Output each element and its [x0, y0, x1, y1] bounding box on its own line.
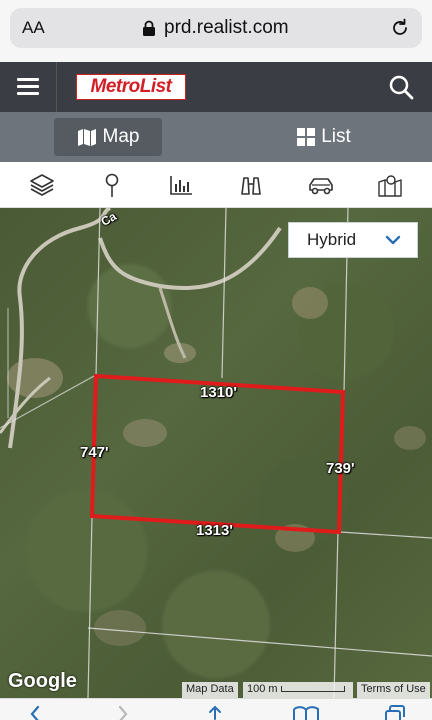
hamburger-icon[interactable] — [17, 78, 39, 96]
url-text: prd.realist.com — [164, 17, 289, 38]
tabs-icon[interactable] — [384, 705, 406, 720]
layers-icon[interactable] — [29, 172, 55, 198]
map-type-select[interactable]: Hybrid — [288, 222, 418, 258]
back-icon[interactable] — [28, 705, 42, 720]
header-divider — [56, 62, 57, 112]
terms-of-use-link[interactable]: Terms of Use — [357, 682, 430, 698]
scale-label: 100 m — [247, 683, 278, 695]
tab-map-label: Map — [102, 126, 140, 147]
reload-icon[interactable] — [390, 18, 410, 38]
google-logo: Google — [8, 670, 77, 692]
car-icon[interactable] — [307, 172, 335, 198]
browser-toolbar: AA prd.realist.com — [0, 0, 432, 62]
map-view[interactable]: Ca Hybrid 1310' 747' 739' 1313' Google M… — [0, 208, 432, 698]
binoculars-icon[interactable] — [238, 172, 264, 198]
address-bar[interactable]: AA prd.realist.com — [10, 8, 422, 48]
map-data-link[interactable]: Map Data — [182, 682, 238, 698]
dimension-left: 747' — [80, 444, 109, 461]
dimension-right: 739' — [326, 460, 355, 477]
logo-text: MetroList — [90, 76, 173, 97]
map-pin-area-icon[interactable] — [377, 172, 403, 198]
chevron-down-icon — [385, 235, 401, 245]
tab-list-label: List — [321, 126, 351, 147]
forward-icon[interactable] — [116, 705, 130, 720]
share-icon[interactable] — [204, 705, 226, 720]
tab-map[interactable]: Map — [54, 118, 162, 156]
bar-chart-icon[interactable] — [168, 172, 194, 198]
scale-indicator: 100 m — [243, 682, 353, 698]
map-toolbar — [0, 162, 432, 208]
map-type-value: Hybrid — [307, 230, 357, 249]
dimension-top: 1310' — [200, 384, 237, 401]
search-icon[interactable] — [388, 74, 414, 100]
bookmarks-icon[interactable] — [292, 705, 320, 720]
app-header: MetroList — [0, 62, 432, 112]
scale-bar — [280, 686, 345, 693]
tab-list[interactable]: List — [270, 118, 378, 156]
satellite-imagery — [0, 208, 432, 698]
text-size-button[interactable]: AA — [22, 18, 45, 38]
grid-icon — [297, 128, 316, 146]
view-tabs: Map List — [0, 112, 432, 162]
pin-icon[interactable] — [99, 172, 125, 198]
dimension-bottom: 1313' — [196, 522, 233, 539]
metrolist-logo[interactable]: MetroList — [76, 74, 186, 100]
lock-icon — [143, 20, 155, 36]
browser-bottom-bar — [0, 698, 432, 720]
map-icon — [77, 129, 96, 146]
